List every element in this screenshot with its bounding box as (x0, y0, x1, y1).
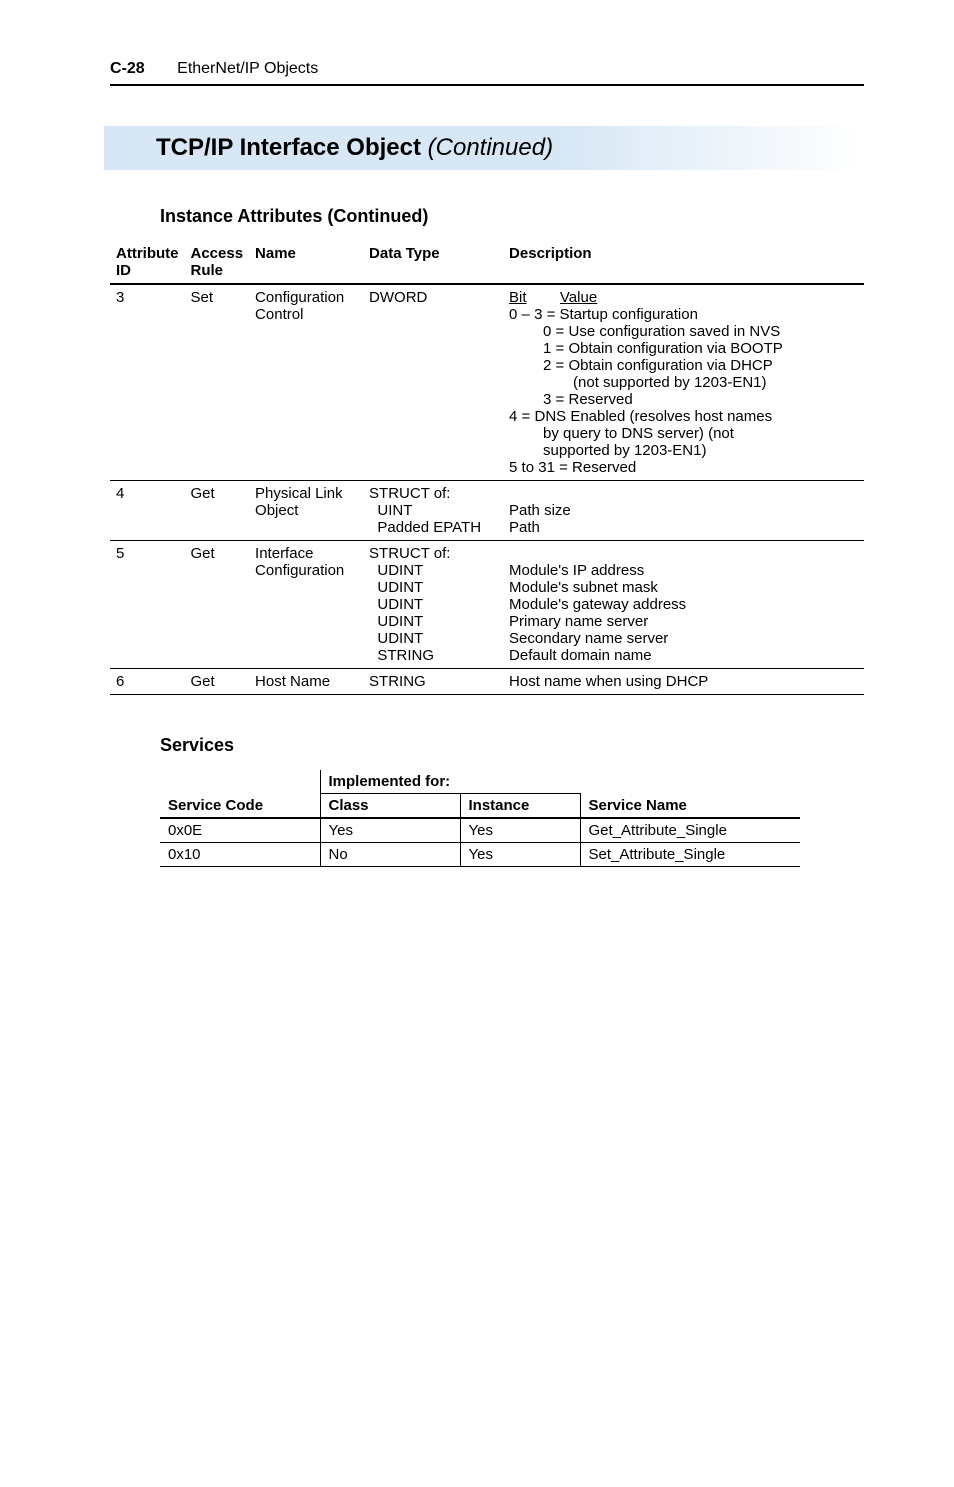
title-band: TCP/IP Interface Object (Continued) (104, 126, 864, 170)
desc-line: 1 = Obtain configuration via BOOTP (509, 340, 858, 357)
desc-line: 3 = Reserved (509, 391, 858, 408)
cell-attr-id: 4 (110, 481, 185, 541)
cell-data-type: STRUCT of: UINT Padded EPATH (363, 481, 503, 541)
cell-data-type: STRUCT of: UDINT UDINT UDINT UDINT UDINT… (363, 541, 503, 669)
cell-name: Physical Link Object (249, 481, 363, 541)
cell-access-rule: Set (185, 284, 250, 481)
col-header-description: Description (503, 241, 864, 284)
table-row: 6 Get Host Name STRING Host name when us… (110, 669, 864, 695)
cell-access-rule: Get (185, 541, 250, 669)
cell-class: No (320, 843, 460, 867)
cell-data-type: STRING (363, 669, 503, 695)
table-row: 0x0E Yes Yes Get_Attribute_Single (160, 818, 800, 843)
cell-attr-id: 6 (110, 669, 185, 695)
services-group-header: Implemented for: (320, 770, 580, 794)
cell-attr-id: 5 (110, 541, 185, 669)
header-section: EtherNet/IP Objects (177, 60, 318, 77)
col-header-service-code: Service Code (160, 794, 320, 819)
cell-instance: Yes (460, 843, 580, 867)
services-table: Implemented for: Service Code Class Inst… (160, 770, 800, 867)
col-header-access-rule: Access Rule (185, 241, 250, 284)
desc-line: supported by 1203-EN1) (509, 442, 858, 459)
cell-name: Host Name (249, 669, 363, 695)
col-header-class: Class (320, 794, 460, 819)
desc-value-label: Value (560, 289, 597, 306)
cell-service-code: 0x0E (160, 818, 320, 843)
col-header-data-type: Data Type (363, 241, 503, 284)
table-row: 3 Set Configuration Control DWORD Bit Va… (110, 284, 864, 481)
table-row: 5 Get Interface Configuration STRUCT of:… (110, 541, 864, 669)
page-title-continued: (Continued) (428, 134, 553, 161)
cell-description: Module's IP address Module's subnet mask… (503, 541, 864, 669)
cell-description: Path size Path (503, 481, 864, 541)
desc-line: by query to DNS server) (not (509, 425, 858, 442)
cell-service-name: Set_Attribute_Single (580, 843, 800, 867)
page-header: C-28 EtherNet/IP Objects (110, 60, 864, 86)
desc-bit-label: Bit (509, 289, 527, 306)
cell-description: Host name when using DHCP (503, 669, 864, 695)
col-header-name: Name (249, 241, 363, 284)
desc-line: 5 to 31 = Reserved (509, 459, 636, 476)
cell-attr-id: 3 (110, 284, 185, 481)
desc-line: 0 = Use configuration saved in NVS (509, 323, 858, 340)
cell-description: Bit Value 0 – 3 = Startup configuration … (503, 284, 864, 481)
col-header-service-name: Service Name (580, 794, 800, 819)
table-row: 4 Get Physical Link Object STRUCT of: UI… (110, 481, 864, 541)
instance-attributes-table: Attribute ID Access Rule Name Data Type … (110, 241, 864, 695)
desc-line: 0 – 3 = Startup configuration (509, 306, 698, 323)
cell-service-name: Get_Attribute_Single (580, 818, 800, 843)
instance-attributes-heading: Instance Attributes (Continued) (160, 206, 864, 227)
col-header-attr-id: Attribute ID (110, 241, 185, 284)
desc-line: 2 = Obtain configuration via DHCP (509, 357, 858, 374)
page-number: C-28 (110, 60, 145, 77)
desc-line: 4 = DNS Enabled (resolves host names (509, 408, 772, 425)
cell-class: Yes (320, 818, 460, 843)
cell-access-rule: Get (185, 481, 250, 541)
col-header-instance: Instance (460, 794, 580, 819)
cell-name: Interface Configuration (249, 541, 363, 669)
desc-line: (not supported by 1203-EN1) (509, 374, 858, 391)
cell-service-code: 0x10 (160, 843, 320, 867)
page-title: TCP/IP Interface Object (156, 134, 421, 161)
services-heading: Services (160, 735, 864, 756)
table-row: 0x10 No Yes Set_Attribute_Single (160, 843, 800, 867)
cell-instance: Yes (460, 818, 580, 843)
cell-data-type: DWORD (363, 284, 503, 481)
cell-access-rule: Get (185, 669, 250, 695)
cell-name: Configuration Control (249, 284, 363, 481)
